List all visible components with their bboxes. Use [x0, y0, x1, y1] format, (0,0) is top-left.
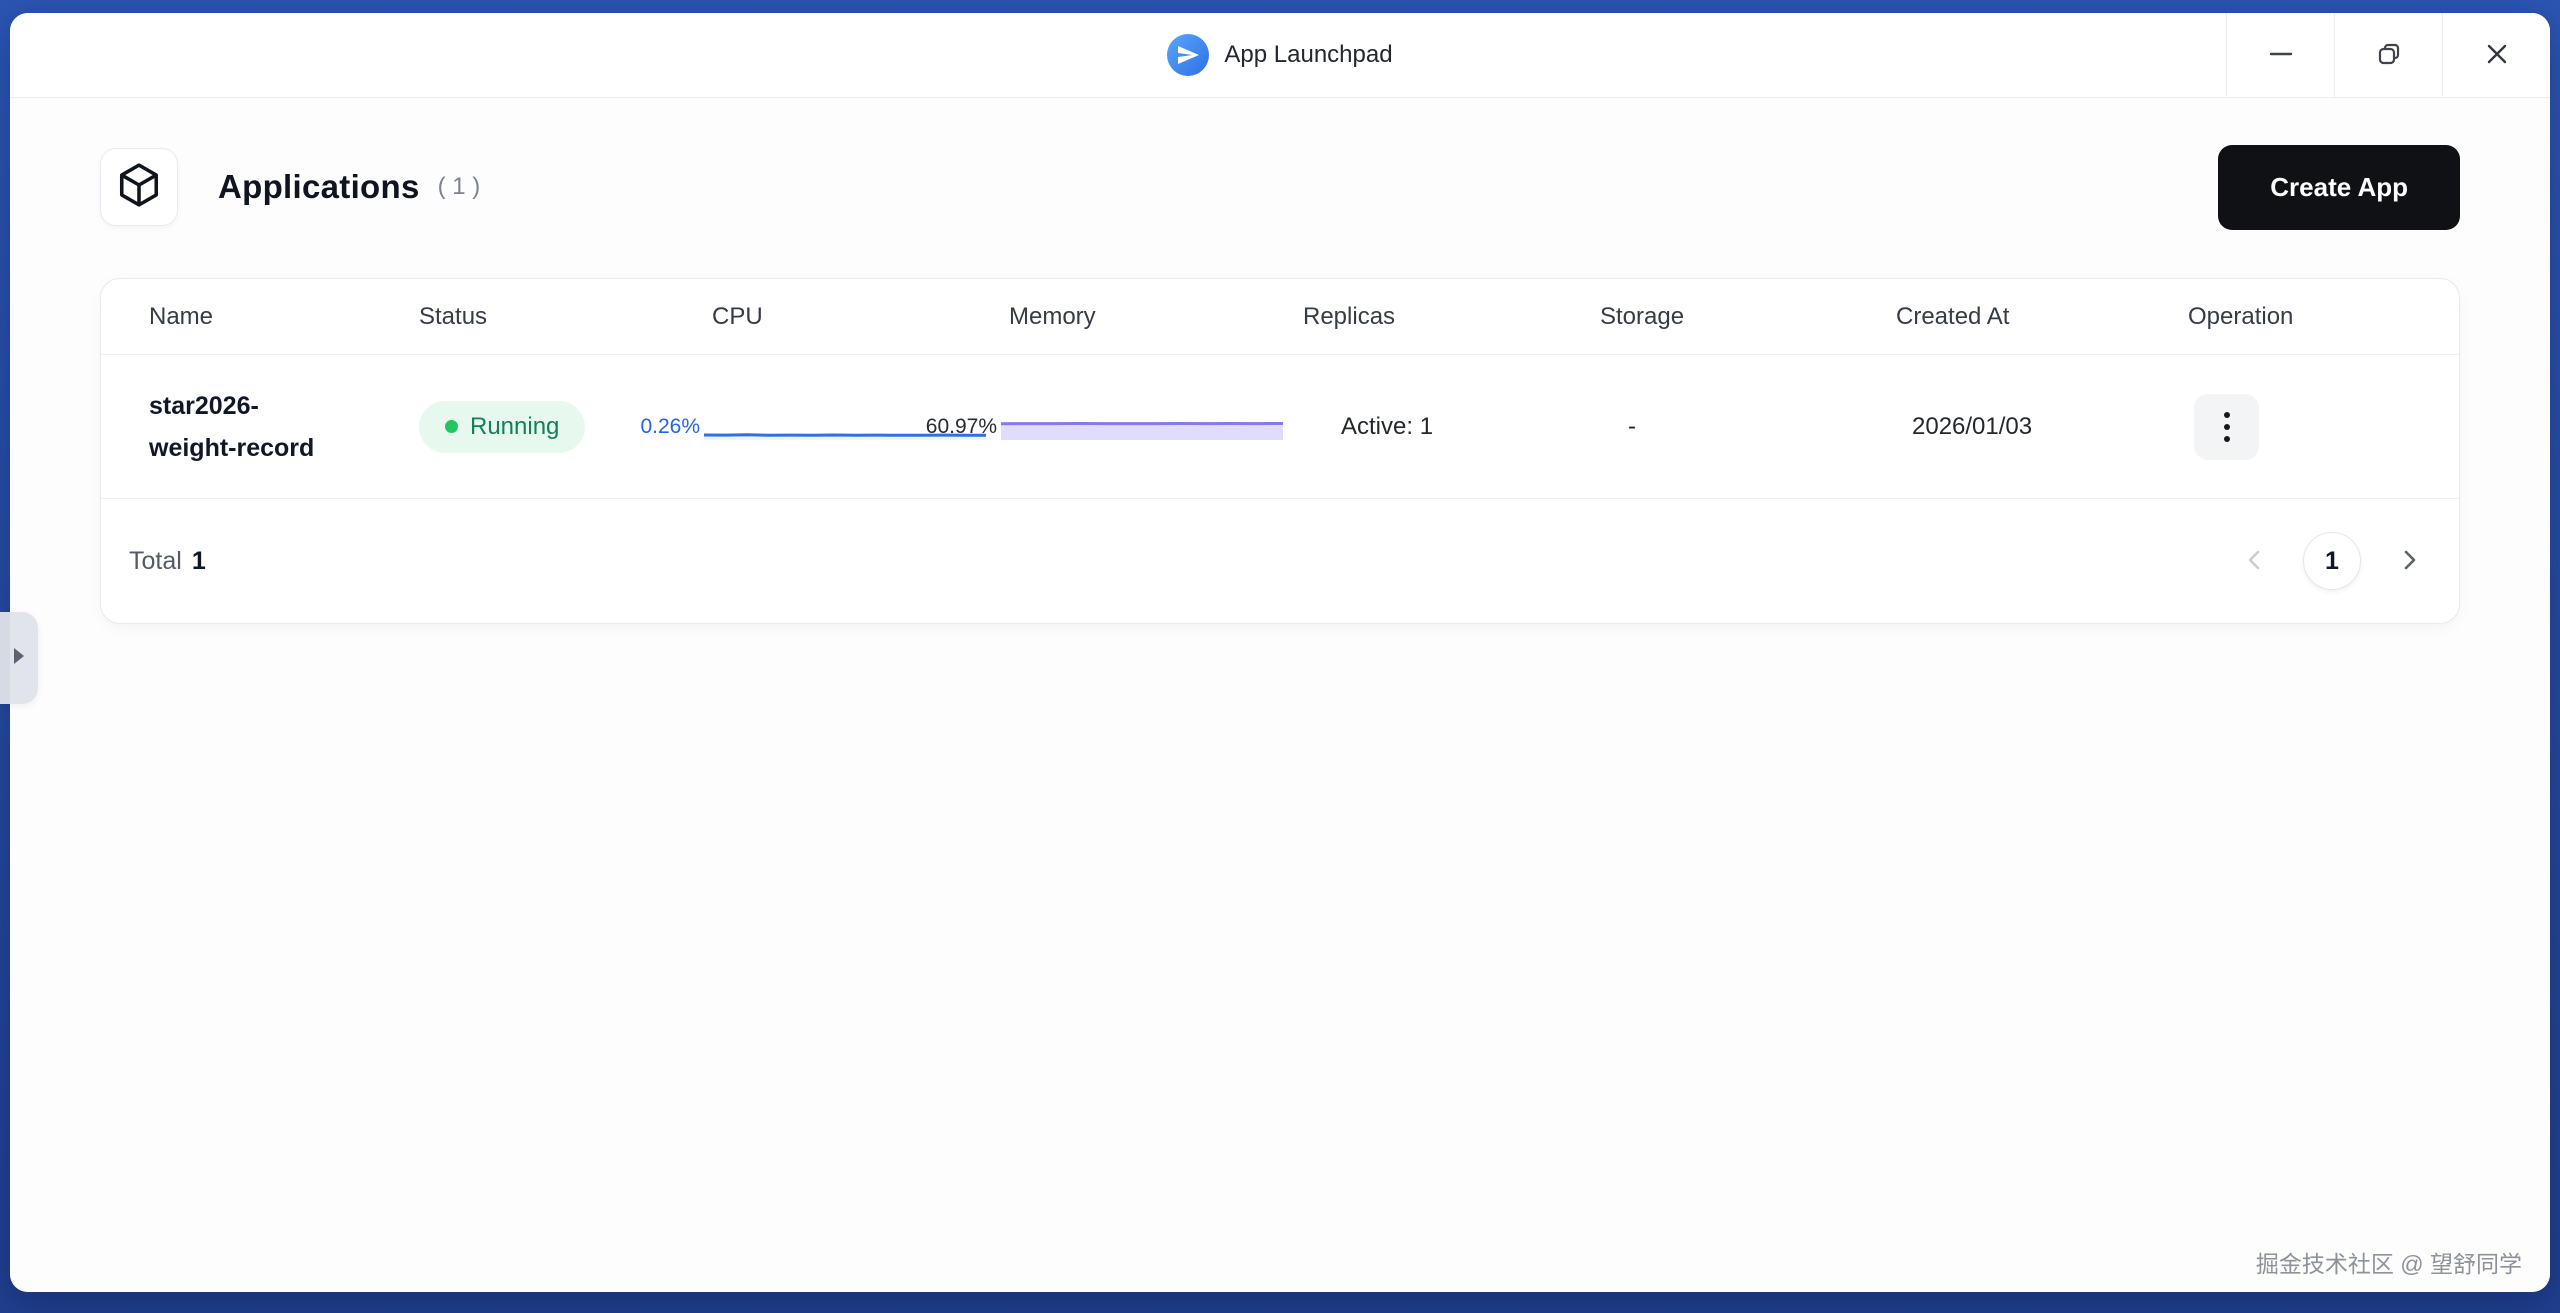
column-header-storage: Storage	[1600, 303, 1896, 331]
window-titlebar[interactable]: App Launchpad	[10, 13, 2550, 98]
replicas-value: Active: 1	[1303, 413, 1600, 441]
restore-button[interactable]	[2334, 13, 2442, 97]
main-content: Applications ( 1 ) Create App Name Statu…	[10, 98, 2550, 1292]
app-launchpad-logo-icon	[1167, 34, 1209, 76]
table-footer: Total 1 1	[101, 499, 2459, 623]
restore-icon	[2376, 41, 2402, 70]
applications-table-card: Name Status CPU Memory Replicas Storage …	[100, 278, 2460, 624]
titlebar-title-group: App Launchpad	[1167, 34, 1392, 76]
close-button[interactable]	[2442, 13, 2550, 97]
sidebar-expand-handle[interactable]	[0, 612, 38, 704]
status-dot-icon	[445, 420, 458, 433]
memory-usage-value: 60.97%	[926, 415, 997, 439]
watermark-text: 掘金技术社区 @ 望舒同学	[2256, 1245, 2522, 1279]
applications-logo-box	[100, 148, 178, 226]
column-header-memory: Memory	[1009, 303, 1303, 331]
column-header-operation: Operation	[2188, 303, 2459, 331]
prev-page-button[interactable]	[2241, 546, 2269, 577]
app-window: App Launchpad	[10, 13, 2550, 1292]
window-title: App Launchpad	[1224, 41, 1392, 69]
chevron-right-icon	[2395, 546, 2423, 577]
desktop-background: App Launchpad	[0, 0, 2560, 1313]
applications-count: ( 1 )	[438, 173, 481, 201]
expand-arrow-icon	[13, 647, 25, 670]
minimize-button[interactable]	[2226, 13, 2334, 97]
ellipsis-dot	[2224, 412, 2230, 418]
status-label: Running	[470, 413, 559, 441]
page-header: Applications ( 1 ) Create App	[100, 144, 2460, 230]
column-header-cpu: CPU	[712, 303, 1009, 331]
applications-cube-icon	[116, 162, 162, 213]
page-number-button[interactable]: 1	[2303, 532, 2361, 590]
app-name[interactable]: star2026-weight-record	[149, 385, 339, 469]
create-app-button[interactable]: Create App	[2218, 145, 2460, 230]
total-label: Total	[129, 547, 182, 576]
next-page-button[interactable]	[2395, 546, 2423, 577]
ellipsis-dot	[2224, 436, 2230, 442]
pagination: 1	[2241, 532, 2423, 590]
column-header-created-at: Created At	[1896, 303, 2188, 331]
created-at-value: 2026/01/03	[1896, 413, 2188, 441]
chevron-left-icon	[2241, 546, 2269, 577]
close-icon	[2484, 41, 2510, 70]
row-menu-button[interactable]	[2194, 394, 2259, 460]
cpu-usage-value: 0.26%	[640, 415, 700, 439]
total-value: 1	[192, 547, 206, 576]
operation-cell	[2188, 394, 2459, 460]
window-controls	[2226, 13, 2550, 97]
column-header-status: Status	[419, 303, 712, 331]
column-header-replicas: Replicas	[1303, 303, 1600, 331]
memory-cell: 60.97%	[1009, 413, 1303, 441]
column-header-name: Name	[149, 303, 419, 331]
table-header-row: Name Status CPU Memory Replicas Storage …	[101, 279, 2459, 355]
ellipsis-dot	[2224, 424, 2230, 430]
minimize-icon	[2268, 41, 2294, 70]
page-title: Applications	[218, 168, 420, 206]
table-row[interactable]: star2026-weight-record Running 0.26%	[101, 355, 2459, 499]
status-badge: Running	[419, 401, 585, 453]
storage-value: -	[1600, 413, 1896, 441]
